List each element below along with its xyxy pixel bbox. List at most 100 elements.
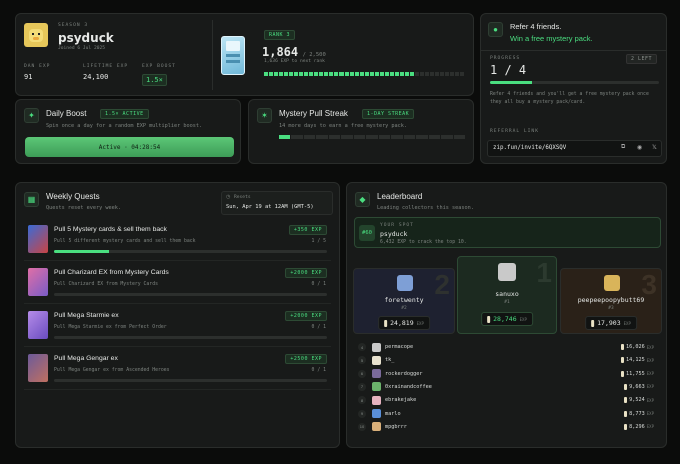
rank-badge: RANK 3 xyxy=(264,30,296,40)
stat-lifetime-exp: LIFETIME EXP 24,100 xyxy=(83,64,129,81)
divider xyxy=(212,20,213,90)
referral-description: Refer 4 friends and you'll get a free my… xyxy=(490,92,649,105)
podium-second: 2 foretwenty #2 24,819 EXP xyxy=(353,268,455,334)
your-name: psyduck xyxy=(380,230,408,238)
podium-tag: #1 xyxy=(504,300,510,305)
quest-title: Pull Mega Gengar ex xyxy=(54,355,118,362)
avatar xyxy=(498,263,516,281)
row-name: permacope xyxy=(385,344,414,350)
row-name: ebrakejake xyxy=(385,397,417,404)
row-name: tk_ xyxy=(385,357,395,364)
quest-progress-bar xyxy=(54,379,327,382)
row-rank: 5 xyxy=(358,356,366,365)
avatar xyxy=(372,369,381,379)
row-exp: 8,773 EXP xyxy=(624,410,654,417)
exp-note: 1,636 EXP to next rank xyxy=(264,59,325,64)
season-label: SEASON 3 xyxy=(58,23,89,28)
row-exp: 14,125 EXP xyxy=(621,357,654,364)
podium-name: sanuxo xyxy=(495,290,519,298)
streak-title: Mystery Pull Streak xyxy=(279,109,348,118)
quest-reward: +350 EXP xyxy=(288,225,327,235)
rank-card-icon xyxy=(221,36,245,75)
quests-subtitle: Quests reset every week. xyxy=(46,205,121,211)
podium-name: foretwenty xyxy=(384,296,424,304)
leaderboard-row[interactable]: 5 tk_ 14,125 EXP xyxy=(356,354,658,366)
resets-label: Resets xyxy=(234,195,251,200)
podium-tag: #2 xyxy=(401,306,407,311)
quest-title: Pull Mega Starmie ex xyxy=(54,312,119,319)
avatar xyxy=(24,23,48,47)
sparkle-icon: ✶ xyxy=(257,108,272,123)
avatar xyxy=(397,275,413,291)
quest-reward: +2000 EXP xyxy=(285,311,327,321)
row-name: mpgbrrr xyxy=(385,423,407,430)
streak-card: ✶ Mystery Pull Streak 1-DAY STREAK 14 mo… xyxy=(248,99,474,164)
username: psyduck xyxy=(58,31,114,45)
row-name: marlo xyxy=(385,410,401,417)
leaderboard-row[interactable]: 7 0xrainandcoffee 9,663 EXP xyxy=(356,381,658,393)
quest-count: 0 / 1 xyxy=(311,282,326,287)
quest-row[interactable]: Pull 5 Mystery cards & sell them back Pu… xyxy=(24,223,331,261)
podium-exp: 28,746 EXP xyxy=(481,312,533,326)
joined-date: Joined 6 Jul 2025 xyxy=(58,46,106,51)
copy-icon[interactable]: ⧉ xyxy=(621,144,625,151)
progress-label: PROGRESS xyxy=(490,56,521,61)
left-badge: 2 LEFT xyxy=(625,54,657,64)
quest-title: Pull 5 Mystery cards & sell them back xyxy=(54,226,167,233)
quest-row[interactable]: Pull Mega Gengar ex Pull Mega Gengar ex … xyxy=(24,352,331,390)
profile-stats: DAN EXP 91 LIFETIME EXP 24,100 EXP BOOST 1.… xyxy=(24,64,201,87)
quest-icon: ▦ xyxy=(24,192,39,207)
gift-icon: ✦ xyxy=(24,108,39,123)
boost-active-badge: 1.5× ACTIVE xyxy=(100,109,149,119)
referral-link-label: REFERRAL LINK xyxy=(490,129,539,134)
referral-link-box[interactable]: zip.fun/invite/6QXSQV ⧉ ◉ 𝕏 xyxy=(487,140,662,157)
quest-row[interactable]: Pull Charizard EX from Mystery Cards Pul… xyxy=(24,266,331,304)
podium-first: 1 sanuxo #1 28,746 EXP xyxy=(457,256,557,334)
row-exp: 16,026 EXP xyxy=(621,344,654,350)
avatar xyxy=(604,275,620,291)
referral-card: ● Refer 4 friends. Win a free mystery pa… xyxy=(480,13,667,164)
quest-reward: +2000 EXP xyxy=(285,268,327,278)
referral-progress-value: 1 / 4 xyxy=(490,63,527,77)
streak-description: 14 more days to earn a free mystery pack… xyxy=(279,123,408,129)
quest-reward: +2500 EXP xyxy=(285,354,327,364)
daily-boost-card: ✦ Daily Boost 1.5× ACTIVE Spin once a da… xyxy=(15,99,241,164)
your-spot-label: YOUR SPOT xyxy=(380,223,414,228)
avatar xyxy=(372,342,381,352)
podium-tag: #3 xyxy=(608,306,614,311)
quest-progress-bar xyxy=(54,250,327,253)
leaderboard-row[interactable]: 10 mpgbrrr 8,296 EXP xyxy=(356,421,658,433)
quest-description: Pull Mega Starmie ex from Perfect Order xyxy=(54,325,167,330)
rank-progress-bar xyxy=(264,72,465,76)
trophy-icon: ◆ xyxy=(355,192,370,207)
row-rank: 4 xyxy=(358,343,366,351)
referral-progress-bar xyxy=(490,81,659,84)
resets-value: Sun, Apr 19 at 12AM (GMT-5) xyxy=(226,204,314,210)
row-name: rockerdogger xyxy=(385,370,423,377)
row-exp: 9,524 EXP xyxy=(624,397,654,404)
row-rank: 8 xyxy=(358,396,366,405)
leaderboard-row[interactable]: 9 marlo 8,773 EXP xyxy=(356,408,658,420)
avatar xyxy=(372,355,381,365)
boost-active-button[interactable]: Active · 04:28:54 xyxy=(25,137,234,157)
referral-link[interactable]: zip.fun/invite/6QXSQV xyxy=(493,145,566,151)
daily-boost-description: Spin once a day for a random EXP multipl… xyxy=(46,123,203,129)
reddit-icon[interactable]: ◉ xyxy=(637,144,642,151)
row-name: 0xrainandcoffee xyxy=(385,383,432,390)
quest-count: 0 / 1 xyxy=(311,325,326,330)
leaderboard-row[interactable]: 8 ebrakejake 9,524 EXP xyxy=(356,394,658,406)
quest-row[interactable]: Pull Mega Starmie ex Pull Mega Starmie e… xyxy=(24,309,331,347)
streak-badge: 1-DAY STREAK xyxy=(362,109,415,119)
row-rank: 9 xyxy=(358,409,366,418)
quest-description: Pull Charizard EX from Mystery Cards xyxy=(54,282,158,287)
stat-exp-boost: EXP BOOST 1.5× xyxy=(142,64,176,86)
avatar xyxy=(372,395,381,405)
streak-progress xyxy=(279,135,466,139)
quest-progress-bar xyxy=(54,336,327,339)
x-icon[interactable]: 𝕏 xyxy=(652,144,657,151)
leaderboard-row[interactable]: 6 rockerdogger 11,755 EXP xyxy=(356,368,658,380)
quest-thumbnail xyxy=(28,311,48,339)
podium-name: peepeepoopybutt69 xyxy=(577,296,645,304)
leaderboard-row[interactable]: 4 permacope 16,026 EXP xyxy=(356,341,658,353)
row-rank: 7 xyxy=(358,382,366,391)
